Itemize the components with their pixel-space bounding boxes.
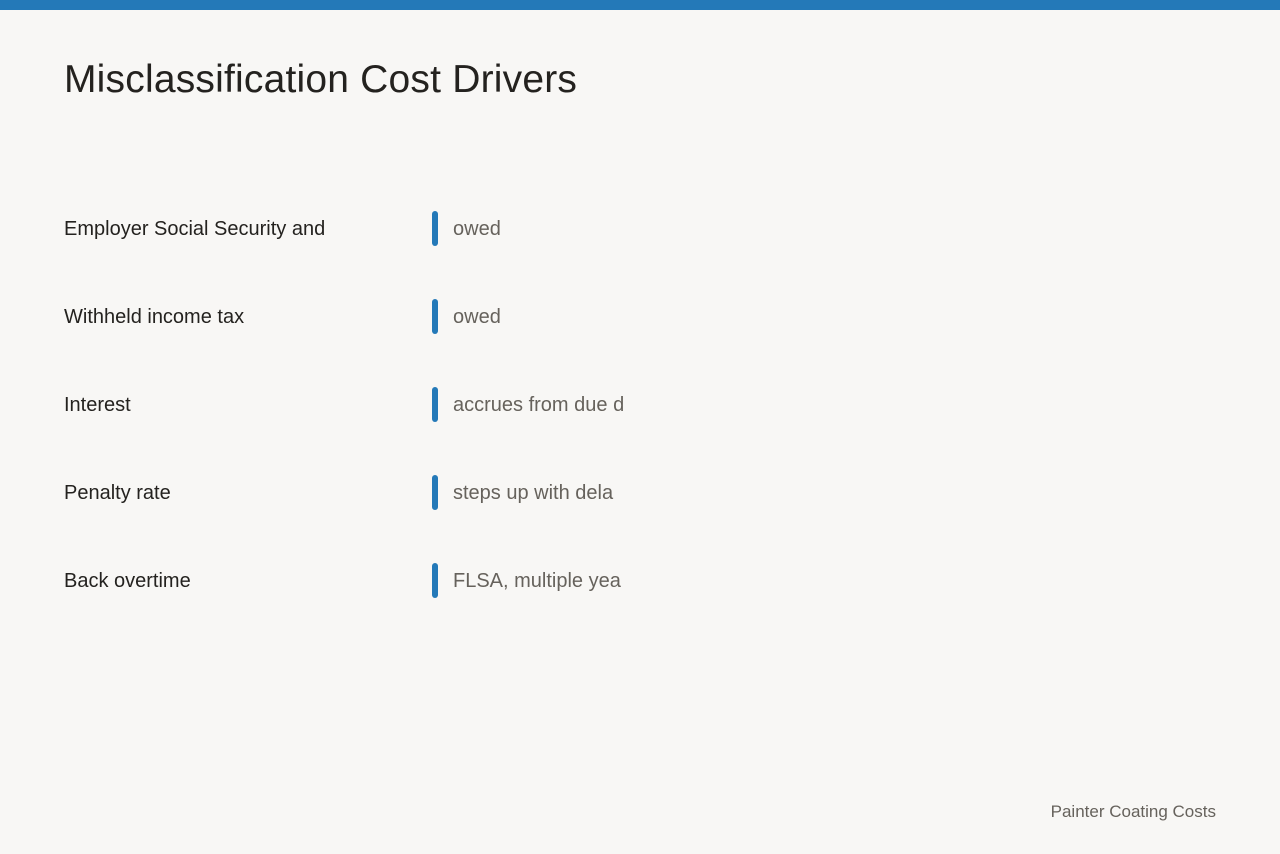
- row-value: FLSA, multiple yea: [453, 570, 621, 592]
- row-marker: [432, 563, 438, 598]
- row-value: steps up with dela: [453, 482, 614, 504]
- list-item: Penalty rate steps up with dela: [0, 448, 1280, 536]
- row-label: Back overtime: [64, 570, 191, 592]
- list-item: Withheld income tax owed: [0, 272, 1280, 360]
- row-value: accrues from due d: [453, 394, 625, 416]
- row-value: owed: [453, 218, 501, 240]
- footer-label: Painter Coating Costs: [1050, 802, 1216, 821]
- page-title: Misclassification Cost Drivers: [64, 58, 578, 101]
- row-marker: [432, 387, 438, 422]
- row-label: Employer Social Security and: [64, 218, 326, 240]
- list-item: Employer Social Security and owed: [0, 184, 1280, 272]
- list-item: Interest accrues from due d: [0, 360, 1280, 448]
- top-accent-bar: [0, 0, 1280, 10]
- list-item: Back overtime FLSA, multiple yea: [0, 536, 1280, 624]
- row-value: owed: [453, 306, 501, 328]
- row-marker: [432, 299, 438, 334]
- cost-driver-list: Employer Social Security and owed Withhe…: [0, 184, 1280, 624]
- row-label: Interest: [64, 394, 131, 416]
- row-label: Withheld income tax: [64, 306, 245, 328]
- row-marker: [432, 211, 438, 246]
- row-marker: [432, 475, 438, 510]
- row-label: Penalty rate: [64, 482, 171, 504]
